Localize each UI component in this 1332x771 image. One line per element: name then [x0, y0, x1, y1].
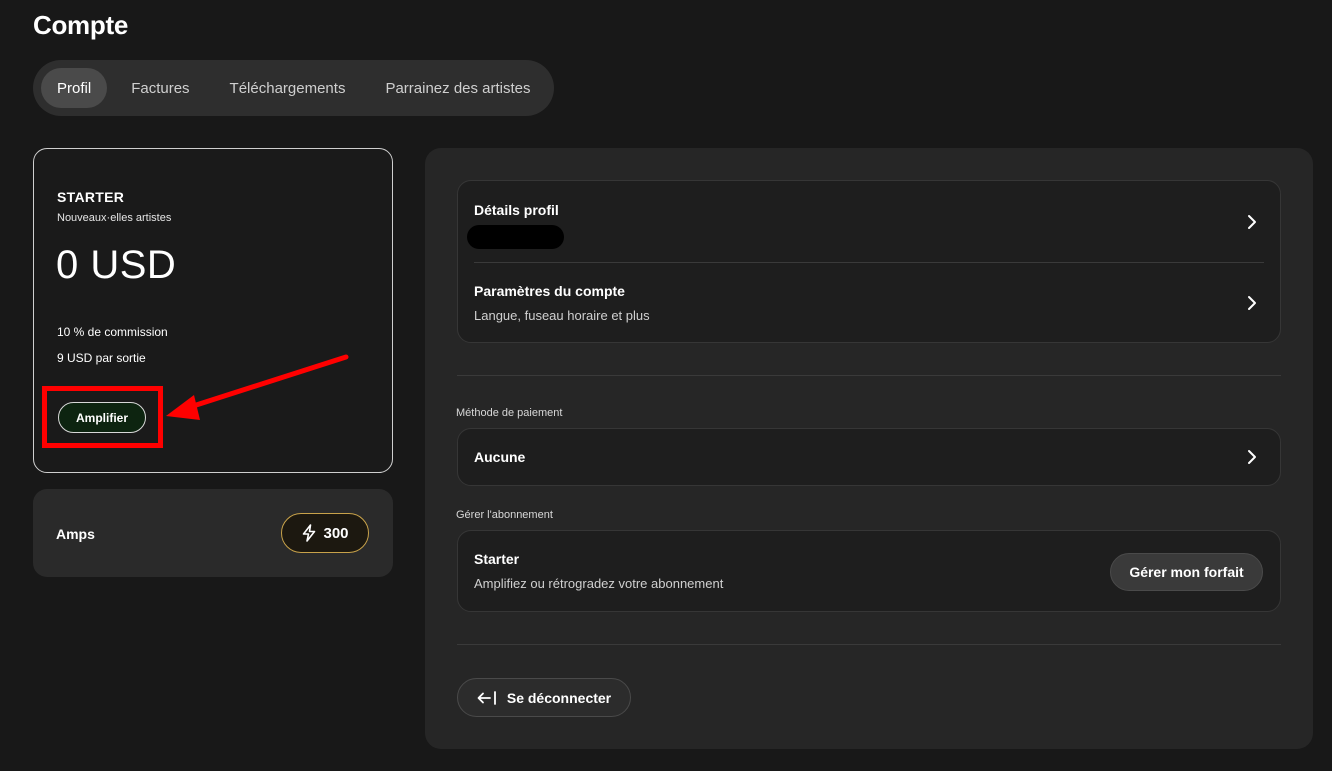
- profile-group: Détails profil Paramètres du compte Lang…: [457, 180, 1281, 343]
- plan-feature-commission: 10 % de commission: [57, 325, 168, 339]
- chevron-right-icon: [1248, 215, 1256, 229]
- page-title: Compte: [33, 10, 128, 40]
- account-settings-panel: Détails profil Paramètres du compte Lang…: [425, 148, 1313, 749]
- plan-subtitle: Nouveaux·elles artistes: [57, 212, 172, 224]
- amps-value: 300: [323, 524, 349, 542]
- plan-price: 0 USD: [56, 243, 177, 287]
- account-settings-subtitle: Langue, fuseau horaire et plus: [474, 308, 650, 323]
- amps-card: Amps 300: [33, 489, 393, 577]
- section-separator: [457, 375, 1281, 376]
- subscription-title: Starter: [474, 551, 520, 567]
- plan-name: STARTER: [57, 189, 125, 205]
- profile-details-title: Détails profil: [474, 202, 559, 218]
- tab-profil[interactable]: Profil: [41, 68, 108, 108]
- payment-method-value: Aucune: [474, 449, 526, 465]
- subscription-subtitle: Amplifiez ou rétrogradez votre abonnemen…: [474, 576, 724, 591]
- account-settings-title: Paramètres du compte: [474, 283, 625, 299]
- account-tabs: Profil Factures Téléchargements Parraine…: [33, 60, 554, 116]
- logout-label: Se déconnecter: [506, 689, 612, 706]
- payment-method-row[interactable]: Aucune: [457, 428, 1281, 486]
- amps-label: Amps: [56, 526, 95, 542]
- tab-telechargements[interactable]: Téléchargements: [214, 68, 362, 108]
- tab-parrainez[interactable]: Parrainez des artistes: [369, 68, 546, 108]
- subscription-section-label: Gérer l'abonnement: [456, 509, 553, 521]
- section-separator: [457, 644, 1281, 645]
- payment-section-label: Méthode de paiement: [456, 407, 563, 419]
- logout-button[interactable]: Se déconnecter: [457, 678, 631, 717]
- profile-details-row[interactable]: Détails profil: [458, 181, 1280, 262]
- manage-plan-button[interactable]: Gérer mon forfait: [1110, 553, 1263, 591]
- amps-badge[interactable]: 300: [281, 513, 369, 553]
- chevron-right-icon: [1248, 296, 1256, 310]
- chevron-right-icon: [1248, 450, 1256, 464]
- annotation-highlight-box: [42, 386, 163, 448]
- subscription-row: Starter Amplifiez ou rétrogradez votre a…: [457, 530, 1281, 612]
- tab-factures[interactable]: Factures: [115, 68, 205, 108]
- logout-arrow-icon: [477, 690, 496, 705]
- lightning-icon: [303, 524, 316, 542]
- plan-feature-release-fee: 9 USD par sortie: [57, 351, 146, 365]
- redacted-username: [467, 225, 564, 249]
- account-settings-row[interactable]: Paramètres du compte Langue, fuseau hora…: [458, 262, 1280, 343]
